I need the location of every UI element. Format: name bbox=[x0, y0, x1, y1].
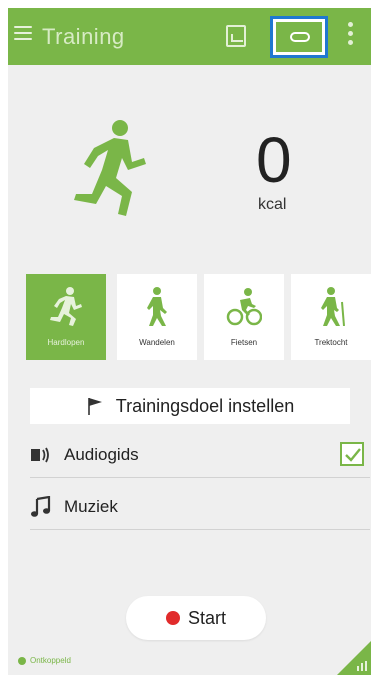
watch-button[interactable] bbox=[270, 16, 328, 58]
activity-tile-running[interactable]: Hardlopen bbox=[26, 274, 106, 360]
connection-status: Ontkoppeld bbox=[18, 656, 71, 665]
audio-guide-label: Audiogids bbox=[64, 444, 139, 464]
kcal-value: 0 bbox=[256, 124, 292, 196]
kcal-unit: kcal bbox=[258, 196, 287, 213]
activity-tile-hiking[interactable]: Trektocht bbox=[291, 274, 371, 360]
app-screen: Training 0 kcal Hardlopen Wandelen Fiets… bbox=[8, 8, 371, 675]
runner-icon bbox=[50, 287, 82, 326]
status-dot-icon bbox=[18, 656, 26, 665]
activity-label-cycling: Fietsen bbox=[230, 338, 258, 347]
photo-icon[interactable] bbox=[226, 25, 246, 47]
bicycle-icon bbox=[226, 288, 262, 326]
walker-icon bbox=[147, 287, 167, 326]
music-label: Muziek bbox=[64, 496, 118, 516]
flag-icon bbox=[87, 398, 102, 415]
start-label: Start bbox=[187, 607, 226, 628]
connection-status-label: Ontkoppeld bbox=[30, 656, 71, 665]
audio-guide-icon bbox=[31, 447, 49, 462]
page-title: Training bbox=[42, 24, 125, 49]
activity-label-hiking: Trektocht bbox=[314, 338, 348, 347]
activity-tile-walking[interactable]: Wandelen bbox=[117, 274, 197, 360]
bar-chart-icon bbox=[357, 661, 367, 671]
record-dot-icon bbox=[165, 611, 180, 625]
watch-icon bbox=[290, 32, 310, 42]
checkmark-icon bbox=[345, 448, 361, 462]
hiker-icon bbox=[321, 287, 345, 326]
start-button[interactable]: Start bbox=[126, 596, 266, 640]
set-goal-button[interactable]: Trainingsdoel instellen bbox=[30, 388, 350, 424]
more-icon[interactable] bbox=[348, 22, 354, 50]
audio-guide-checkbox[interactable] bbox=[340, 442, 364, 466]
app-bar: Training bbox=[8, 8, 371, 65]
audio-guide-row[interactable]: Audiogids bbox=[30, 432, 370, 478]
menu-icon[interactable] bbox=[14, 26, 32, 44]
set-goal-label: Trainingsdoel instellen bbox=[115, 395, 295, 416]
activity-label-walking: Wandelen bbox=[139, 338, 175, 347]
runner-icon bbox=[74, 120, 146, 216]
music-row[interactable]: Muziek bbox=[30, 484, 370, 530]
activity-label-running: Hardlopen bbox=[47, 338, 85, 347]
music-note-icon bbox=[31, 495, 51, 517]
activity-tile-cycling[interactable]: Fietsen bbox=[204, 274, 284, 360]
